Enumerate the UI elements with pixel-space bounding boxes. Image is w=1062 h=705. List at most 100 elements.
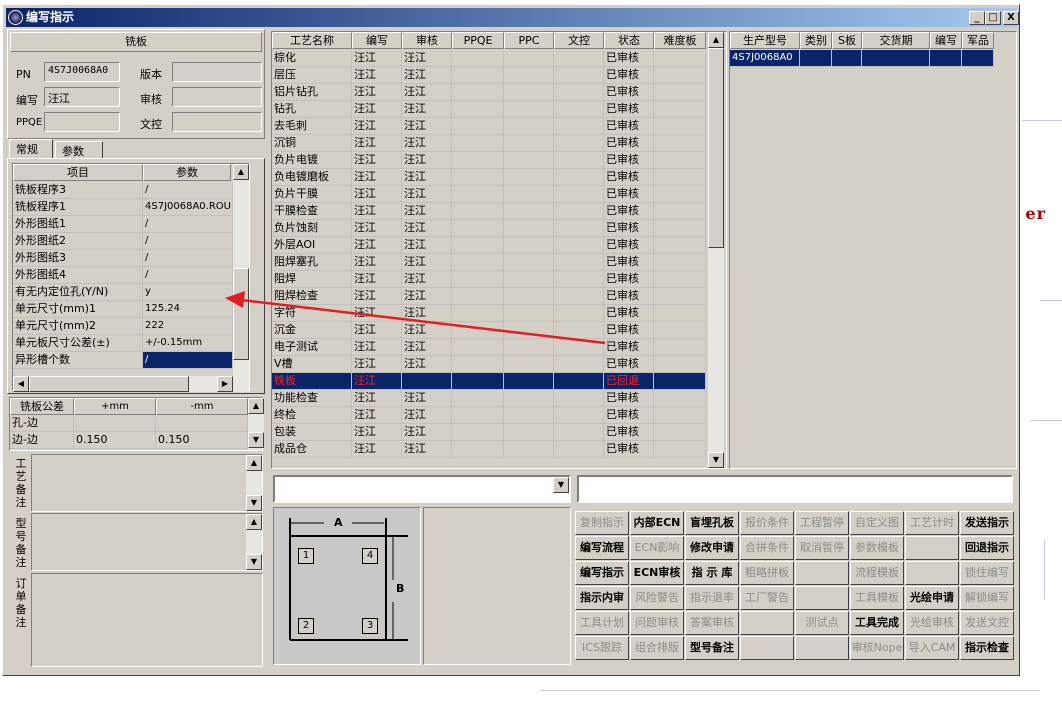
params-row[interactable]: 单元尺寸(mm)1 125.24 [13,301,233,318]
param-value[interactable]: / [143,216,233,233]
scroll-left-button[interactable]: ◀ [13,376,29,392]
action-button-5-6[interactable]: 导入CAM [905,636,959,660]
process-row[interactable]: 铝片钻孔 汪江 汪江 已审核 [272,84,706,101]
tolerance-plus[interactable]: 0.150 [74,432,156,449]
empty-button[interactable] [740,636,794,660]
type-note-field[interactable]: ▲ ▼ [31,513,263,571]
params-row[interactable]: 异形槽个数 / [13,352,233,369]
params-row[interactable]: 铣板程序1 4S7J0068A0.ROU [13,199,233,216]
params-header-value[interactable]: 参数 [143,164,231,181]
model-row[interactable]: 4S7J0068A0 [730,50,996,67]
params-vscroll[interactable]: ▲ [233,164,249,376]
param-value[interactable]: 222 [143,318,233,335]
order-note-field[interactable] [31,573,263,667]
process-row[interactable]: 阻焊 汪江 汪江 已审核 [272,271,706,288]
action-button-3-0[interactable]: 指示内审 [575,586,629,610]
action-button-5-0[interactable]: ICS跟踪 [575,636,629,660]
param-value[interactable]: / [143,250,233,267]
tolerance-minus[interactable] [156,415,248,432]
ppqe-field[interactable] [44,112,120,132]
process-row[interactable]: 阻焊塞孔 汪江 汪江 已审核 [272,254,706,271]
params-row[interactable]: 外形图纸3/ [13,250,233,267]
process-row[interactable]: 负电镀磨板 汪江 汪江 已审核 [272,169,706,186]
action-button-4-0[interactable]: 工具计划 [575,611,629,635]
action-button-3-2[interactable]: 指示退率 [685,586,739,610]
action-button-5-1[interactable]: 组合排版 [630,636,684,660]
note-vscroll[interactable]: ▲ ▼ [246,514,262,570]
params-row[interactable]: 铣板程序3/ [13,182,233,199]
action-button-4-6[interactable]: 光绘审核 [905,611,959,635]
scroll-thumb[interactable] [233,268,249,360]
process-col-header[interactable]: 审核 [402,32,452,49]
tolerance-minus[interactable]: 0.150 [156,432,248,449]
action-button-2-1[interactable]: ECN审核 [630,561,684,585]
param-value[interactable]: y [143,284,233,301]
process-row[interactable]: 层压 汪江 汪江 已审核 [272,67,706,84]
close-button[interactable]: X [1003,11,1019,25]
action-button-3-7[interactable]: 解锁编写 [960,586,1014,610]
process-col-header[interactable]: 编写 [352,32,402,49]
action-button-3-1[interactable]: 风险警告 [630,586,684,610]
params-row[interactable]: 单元尺寸(mm)2 222 [13,318,233,335]
process-vscroll[interactable]: ▲ ▼ [708,32,724,468]
action-button-0-7[interactable]: 发送指示 [960,511,1014,535]
version-field[interactable] [172,62,262,82]
action-button-0-2[interactable]: 盲埋孔板 [685,511,739,535]
params-row[interactable]: 外形图纸1/ [13,216,233,233]
process-combo[interactable]: ▼ [273,475,571,503]
tab-general[interactable]: 常规 [9,139,53,159]
process-col-header[interactable]: 文控 [554,32,604,49]
action-button-2-7[interactable]: 锁住编写 [960,561,1014,585]
params-row[interactable]: 单元板尺寸公差(±) +/-0.15mm [13,335,233,352]
process-row[interactable]: 成品仓 汪江 汪江 已审核 [272,441,706,458]
tolerance-plus[interactable] [74,415,156,432]
process-row[interactable]: 去毛刺 汪江 汪江 已审核 [272,118,706,135]
action-button-4-1[interactable]: 问题审核 [630,611,684,635]
process-row[interactable]: 负片干膜 汪江 汪江 已审核 [272,186,706,203]
process-note-field[interactable]: ▲ ▼ [31,454,263,512]
process-col-header[interactable]: 工艺名称 [272,32,352,49]
tolerance-row[interactable]: 边-边 0.150 0.150 [10,432,248,449]
process-row[interactable]: 棕化 汪江 汪江 已审核 [272,50,706,67]
process-row[interactable]: 字符 汪江 汪江 已审核 [272,305,706,322]
process-row[interactable]: 钻孔 汪江 汪江 已审核 [272,101,706,118]
process-row[interactable]: V槽 汪江 汪江 已审核 [272,356,706,373]
chevron-down-icon[interactable]: ▼ [553,477,569,493]
params-header-item[interactable]: 项目 [13,164,143,181]
tolerance-vscroll[interactable]: ▲ ▼ [248,398,264,450]
process-row[interactable]: 外层AOI 汪江 汪江 已审核 [272,237,706,254]
model-col-header[interactable]: 军品 [962,32,994,49]
action-button-2-3[interactable]: 粗略拼板 [740,561,794,585]
scroll-down-button[interactable]: ▼ [246,554,262,570]
tolerance-header[interactable]: 铣板公差 [10,398,74,415]
process-col-header[interactable]: 难度板 [654,32,706,49]
model-col-header[interactable]: 生产型号 [730,32,800,49]
minimize-button[interactable]: _ [969,11,985,25]
action-button-4-5[interactable]: 工具完成 [850,611,904,635]
params-hscroll[interactable]: ◀ ▶ [13,376,249,392]
model-col-header[interactable]: 编写 [930,32,962,49]
scroll-down-button[interactable]: ▼ [246,495,262,511]
empty-button[interactable] [905,536,959,560]
process-row[interactable]: 沉铜 汪江 汪江 已审核 [272,135,706,152]
action-button-2-2[interactable]: 指 示 库 [685,561,739,585]
action-button-0-1[interactable]: 内部ECN [630,511,684,535]
empty-button[interactable] [740,611,794,635]
action-button-1-5[interactable]: 参数模板 [850,536,904,560]
empty-button[interactable] [905,561,959,585]
model-col-header[interactable]: 交货期 [862,32,930,49]
scroll-thumb[interactable] [29,376,189,392]
param-value[interactable]: / [143,233,233,250]
process-col-header[interactable]: 状态 [604,32,654,49]
action-button-1-7[interactable]: 回退指示 [960,536,1014,560]
action-button-0-6[interactable]: 工艺计时 [905,511,959,535]
action-button-4-2[interactable]: 答案审核 [685,611,739,635]
action-button-1-2[interactable]: 修改申请 [685,536,739,560]
process-row[interactable]: 包装 汪江 汪江 已审核 [272,424,706,441]
params-row[interactable]: 外形图纸2/ [13,233,233,250]
action-button-5-5[interactable]: 审核Nope [850,636,904,660]
scroll-up-button[interactable]: ▲ [233,164,249,180]
tolerance-plus-header[interactable]: +mm [74,398,156,415]
process-row[interactable]: 沉金 汪江 汪江 已审核 [272,322,706,339]
scroll-up-button[interactable]: ▲ [246,514,262,530]
